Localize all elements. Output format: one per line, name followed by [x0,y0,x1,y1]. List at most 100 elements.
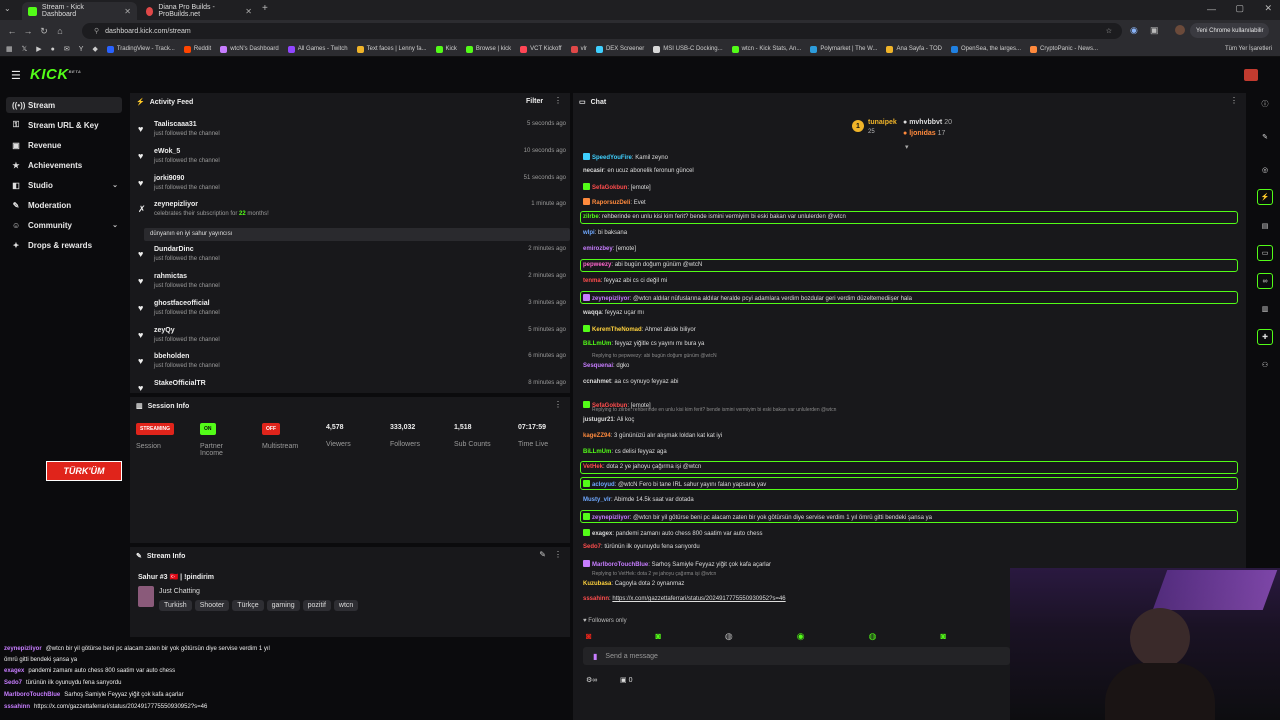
maximize-button[interactable]: ▢ [1235,3,1244,14]
chat-message[interactable]: BiLLmUm: cs delisi feyyaz aga [583,449,667,455]
stream-tag[interactable]: pozitif [302,600,331,611]
users-icon[interactable]: ⚇ [1257,357,1273,373]
top-gifter-name[interactable]: tunaipek [868,119,897,126]
camera-icon[interactable]: ◎ [1257,162,1273,178]
bookmark-shortcut-icon[interactable]: ▦ [6,45,13,53]
chat-message[interactable]: sssahinn: https://x.com/gazzettaferrari/… [583,596,786,602]
chat-username[interactable]: acloyud [592,482,615,488]
puzzle-icon[interactable]: ▣ [1150,25,1159,36]
chat-username[interactable]: exagex [592,531,612,537]
sidebar-item-achievements[interactable]: ★ Achievements [6,157,122,173]
sidebar-item-stream[interactable]: ((•)) Stream [6,97,122,113]
chat-username[interactable]: SpeedYouFire [592,155,632,161]
chat-message[interactable]: zeynepizliyor: @wtcn aldılar nüfuslarına… [583,294,912,302]
chat-username[interactable]: Sesquenai [583,363,613,369]
chrome-update-button[interactable]: Yeni Chrome kullanılabilir [1190,23,1270,38]
chevron-down-icon[interactable]: ⌄ [112,221,118,229]
chat-message[interactable]: justugur21: Ali koç [583,417,634,423]
more-options-icon[interactable]: ⋮ [554,96,562,105]
bookmark-shortcut-icon[interactable]: Y [79,46,84,53]
chat-username[interactable]: wlpi [583,230,595,236]
feed-username[interactable]: jorki9090 [154,175,184,182]
chevron-down-icon[interactable]: ▾ [905,143,909,151]
chat-username[interactable]: necasir [583,168,604,174]
profile-avatar[interactable] [1175,25,1185,35]
close-icon[interactable]: ✕ [245,7,252,16]
chat-message[interactable]: RaporsuzDeli: Evet [583,198,646,206]
edit-icon[interactable]: ✎ [539,550,546,559]
chat-username[interactable]: MarlboroTouchBlue [592,562,648,568]
chat-message[interactable]: Musty_vlr: Abimde 14.5k saat var dotada [583,497,694,503]
feed-username[interactable]: eWok_5 [154,148,180,155]
bookmark-item[interactable]: Polymarket | The W... [810,45,877,53]
chat-username[interactable]: ccnahmet [583,379,611,385]
activity-feed-item[interactable]: ♥ DundarDinc just followed the channel 2 mi… [138,246,566,268]
chat-message[interactable]: acloyud: @wtcN Fero bi tane IRL sahur ya… [583,480,766,488]
bookmark-item[interactable]: vlr [570,45,587,53]
chat-message[interactable]: wlpi: bi baksana [583,230,627,236]
user-avatar[interactable] [1244,69,1258,81]
chat-username[interactable]: zilrbe [583,214,599,220]
info-icon[interactable]: ⓘ [1257,96,1273,112]
chat-username[interactable]: BiLLmUm [583,449,611,455]
chat-message[interactable]: Kuzubasa: Cagoyla dota 2 oynanmaz [583,581,684,587]
more-options-icon[interactable]: ⋮ [1230,96,1238,105]
chat-icon[interactable]: ▭ [1257,245,1273,261]
chat-username[interactable]: zeynepizliyor [592,515,630,521]
bookmark-shortcut-icon[interactable]: ✉ [64,45,70,53]
chat-username[interactable]: justugur21 [583,417,614,423]
chat-message[interactable]: MarlboroTouchBlue: Sarhoş Samiyle Feyyaz… [583,560,771,568]
bookmark-item[interactable]: Ana Sayfa - TOD [886,45,942,53]
chat-username[interactable]: Sedo7 [583,544,601,550]
chat-message[interactable]: ccnahmet: aa cs oynuyo feyyaz abi [583,379,678,385]
gifter-2-name[interactable]: mvhvbbvt [909,119,942,126]
chat-username[interactable]: zeynepizliyor [592,296,630,302]
new-tab-button[interactable]: + [262,3,268,14]
chat-message[interactable]: waqqa: feyyaz uçar mı [583,310,644,316]
activity-feed-item[interactable]: ♥ Taaliscaaa31 just followed the channel 5 … [138,121,566,143]
sidebar-item-stream-url-key[interactable]: ⚿ Stream URL & Key [6,117,122,133]
reply-context[interactable]: Replying to VetHek: dota 2 ye jahoyu çağ… [592,571,716,577]
bookmark-item[interactable]: Reddit [183,45,211,53]
sidebar-item-drops-rewards[interactable]: ✦ Drops & rewards [6,237,122,253]
activity-feed-item[interactable]: ♥ eWok_5 just followed the channel 10 secon… [138,148,566,170]
activity-feed-item[interactable]: ✗ zeynepizliyor celebrates their subscript… [138,201,570,241]
bookmark-shortcut-icon[interactable]: ● [51,46,55,53]
feed-username[interactable]: StakeOfficialTR [154,380,206,387]
link-icon[interactable]: ∞ [1257,273,1273,289]
bookmark-item[interactable]: CryptoPanic - News... [1030,45,1098,53]
bookmark-item[interactable]: wtcn - Kick Stats, An... [731,45,801,53]
reload-icon[interactable]: ↻ [36,26,52,37]
all-bookmarks[interactable]: Tüm Yer İşaretleri [1225,46,1272,52]
chat-username[interactable]: tenma [583,278,601,284]
chat-username[interactable]: pepweezy [583,262,611,268]
chat-message[interactable]: Sedo7: türünün ilk oyunuydu fena sarıyor… [583,544,700,550]
more-options-icon[interactable]: ⋮ [554,550,562,559]
feed-username[interactable]: rahmictas [154,273,187,280]
tab-probuilds[interactable]: Diana Pro Builds - ProBuilds.net ✕ [140,2,258,20]
chat-message[interactable]: zeynepizliyor: @wtcn bir yil götürse ben… [583,513,932,521]
chat-username[interactable]: Kuzubasa [583,581,611,587]
activity-feed-item[interactable]: ♥ bbeholden just followed the channel 6 min… [138,353,566,375]
filter-button[interactable]: Filter [526,98,543,105]
wrench-icon[interactable]: ✚ [1257,329,1273,345]
feed-username[interactable]: bbeholden [154,353,189,360]
chat-username[interactable]: emirozbey [583,246,613,252]
sidebar-item-revenue[interactable]: ▣ Revenue [6,137,122,153]
hamburger-menu-icon[interactable]: ☰ [11,69,21,82]
bookmark-item[interactable]: VCT Kickoff [520,45,562,53]
chat-message[interactable]: pepweezy: abi bugün doğum günüm @wtcN [583,262,702,268]
bookmark-item[interactable]: TradingView - Track... [106,45,175,53]
bookmark-item[interactable]: OpenSea, the larges... [950,45,1021,53]
lightning-icon[interactable]: ⚡ [1257,189,1273,205]
sidebar-item-community[interactable]: ☺ Community ⌄ [6,217,122,233]
site-info-icon[interactable]: ⚲ [94,27,99,35]
more-options-icon[interactable]: ⋮ [554,400,562,409]
chat-message[interactable]: emirozbey: [emote] [583,246,636,252]
clipboard-icon[interactable]: ▤ [1257,218,1273,234]
bookmark-item[interactable]: Browse | kick [465,45,511,53]
activity-feed-item[interactable]: ♥ ghostfaceofficial just followed the chan… [138,300,566,322]
chat-username[interactable]: VetHek [583,464,603,470]
bookmark-shortcut-icon[interactable]: ◆ [92,45,97,53]
bookmark-star-icon[interactable]: ☆ [1106,27,1112,35]
